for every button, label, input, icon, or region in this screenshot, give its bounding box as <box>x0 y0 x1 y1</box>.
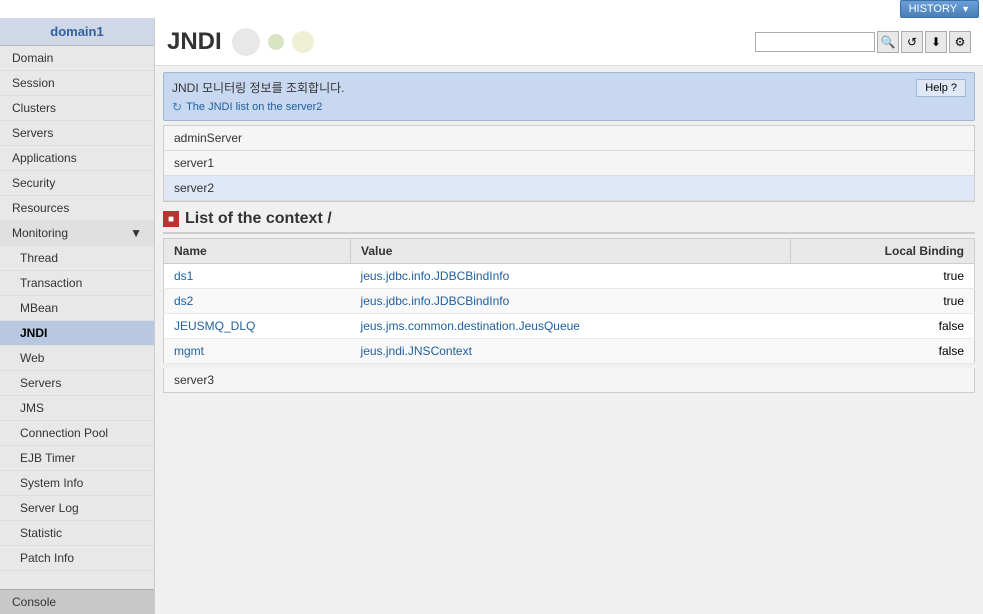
table-cell-name[interactable]: mgmt <box>164 339 351 364</box>
settings-button[interactable]: ⚙ <box>949 31 971 53</box>
sidebar-item-servers[interactable]: Servers <box>0 121 154 146</box>
sidebar-item-connection-pool[interactable]: Connection Pool <box>0 421 154 446</box>
server-list: adminServer server1 server2 <box>163 125 975 202</box>
refresh-icon: ↻ <box>172 100 182 114</box>
col-value: Value <box>351 239 791 264</box>
sidebar-item-jms[interactable]: JMS <box>0 396 154 421</box>
table-cell-value[interactable]: jeus.jdbc.info.JDBCBindInfo <box>351 264 791 289</box>
sidebar-item-jndi[interactable]: JNDI <box>0 321 154 346</box>
search-input[interactable] <box>755 32 875 52</box>
server-item-admin[interactable]: adminServer <box>164 126 974 151</box>
deco-circle-medium <box>292 31 314 53</box>
sidebar-domain[interactable]: domain1 <box>0 18 154 46</box>
history-button[interactable]: HISTORY ▼ <box>900 0 979 18</box>
sidebar-item-resources[interactable]: Resources <box>0 196 154 221</box>
info-bar-title: JNDI 모니터링 정보를 조회합니다. <box>172 79 916 96</box>
col-name: Name <box>164 239 351 264</box>
jndi-table: Name Value Local Binding ds1jeus.jdbc.in… <box>163 238 975 364</box>
table-header-row: Name Value Local Binding <box>164 239 975 264</box>
info-bar: JNDI 모니터링 정보를 조회합니다. ↻ The JNDI list on … <box>163 72 975 121</box>
table-row: ds1jeus.jdbc.info.JDBCBindInfotrue <box>164 264 975 289</box>
table-cell-binding: true <box>790 289 974 314</box>
sidebar-monitoring-header[interactable]: Monitoring ▼ <box>0 221 154 246</box>
sidebar-item-domain[interactable]: Domain <box>0 46 154 71</box>
deco-circle-small <box>268 34 284 50</box>
info-bar-message: ↻ The JNDI list on the server2 <box>172 100 916 114</box>
sidebar-item-security[interactable]: Security <box>0 171 154 196</box>
sidebar-item-transaction[interactable]: Transaction <box>0 271 154 296</box>
table-row: JEUSMQ_DLQjeus.jms.common.destination.Je… <box>164 314 975 339</box>
table-cell-name[interactable]: ds2 <box>164 289 351 314</box>
header-icons: 🔍 ↺ ⬇ ⚙ <box>755 31 971 53</box>
sidebar-item-ejb-timer[interactable]: EJB Timer <box>0 446 154 471</box>
context-header: ■ List of the context / <box>163 210 975 234</box>
server3-item[interactable]: server3 <box>163 368 975 393</box>
history-label: HISTORY <box>909 3 958 15</box>
sidebar-item-servers-mon[interactable]: Servers <box>0 371 154 396</box>
context-title: List of the context / <box>185 210 332 228</box>
sidebar-item-thread[interactable]: Thread <box>0 246 154 271</box>
main-container: domain1 Domain Session Clusters Servers … <box>0 18 983 614</box>
table-cell-binding: true <box>790 264 974 289</box>
table-row: ds2jeus.jdbc.info.JDBCBindInfotrue <box>164 289 975 314</box>
sidebar-item-server-log[interactable]: Server Log <box>0 496 154 521</box>
table-cell-name[interactable]: JEUSMQ_DLQ <box>164 314 351 339</box>
search-button[interactable]: 🔍 <box>877 31 899 53</box>
content-body: JNDI 모니터링 정보를 조회합니다. ↻ The JNDI list on … <box>155 66 983 614</box>
refresh-button[interactable]: ↺ <box>901 31 923 53</box>
sidebar-item-patch-info[interactable]: Patch Info <box>0 546 154 571</box>
sidebar-item-clusters[interactable]: Clusters <box>0 96 154 121</box>
table-row: mgmtjeus.jndi.JNSContextfalse <box>164 339 975 364</box>
sidebar-item-web[interactable]: Web <box>0 346 154 371</box>
table-cell-name[interactable]: ds1 <box>164 264 351 289</box>
page-title: JNDI <box>167 28 222 56</box>
help-button[interactable]: Help ? <box>916 79 966 97</box>
sidebar-item-system-info[interactable]: System Info <box>0 471 154 496</box>
context-icon: ■ <box>163 211 179 227</box>
top-bar: HISTORY ▼ <box>0 0 983 18</box>
header-decoration <box>232 28 314 56</box>
server-item-server1[interactable]: server1 <box>164 151 974 176</box>
sidebar-console[interactable]: Console <box>0 589 154 614</box>
deco-circle-large <box>232 28 260 56</box>
sidebar-item-statistic[interactable]: Statistic <box>0 521 154 546</box>
table-cell-binding: false <box>790 339 974 364</box>
col-binding: Local Binding <box>790 239 974 264</box>
content-area: JNDI 🔍 ↺ ⬇ ⚙ JNDI 모니터링 정보를 조회합니다. <box>155 18 983 614</box>
content-header: JNDI 🔍 ↺ ⬇ ⚙ <box>155 18 983 66</box>
export-button[interactable]: ⬇ <box>925 31 947 53</box>
table-cell-value[interactable]: jeus.jdbc.info.JDBCBindInfo <box>351 289 791 314</box>
table-cell-binding: false <box>790 314 974 339</box>
server-item-server2[interactable]: server2 <box>164 176 974 201</box>
table-cell-value[interactable]: jeus.jndi.JNSContext <box>351 339 791 364</box>
table-cell-value[interactable]: jeus.jms.common.destination.JeusQueue <box>351 314 791 339</box>
sidebar-item-mbean[interactable]: MBean <box>0 296 154 321</box>
info-bar-content: JNDI 모니터링 정보를 조회합니다. ↻ The JNDI list on … <box>172 79 916 114</box>
sidebar-item-session[interactable]: Session <box>0 71 154 96</box>
chevron-icon: ▼ <box>130 226 142 240</box>
sidebar-item-applications[interactable]: Applications <box>0 146 154 171</box>
sidebar: domain1 Domain Session Clusters Servers … <box>0 18 155 614</box>
chevron-down-icon: ▼ <box>961 4 970 14</box>
